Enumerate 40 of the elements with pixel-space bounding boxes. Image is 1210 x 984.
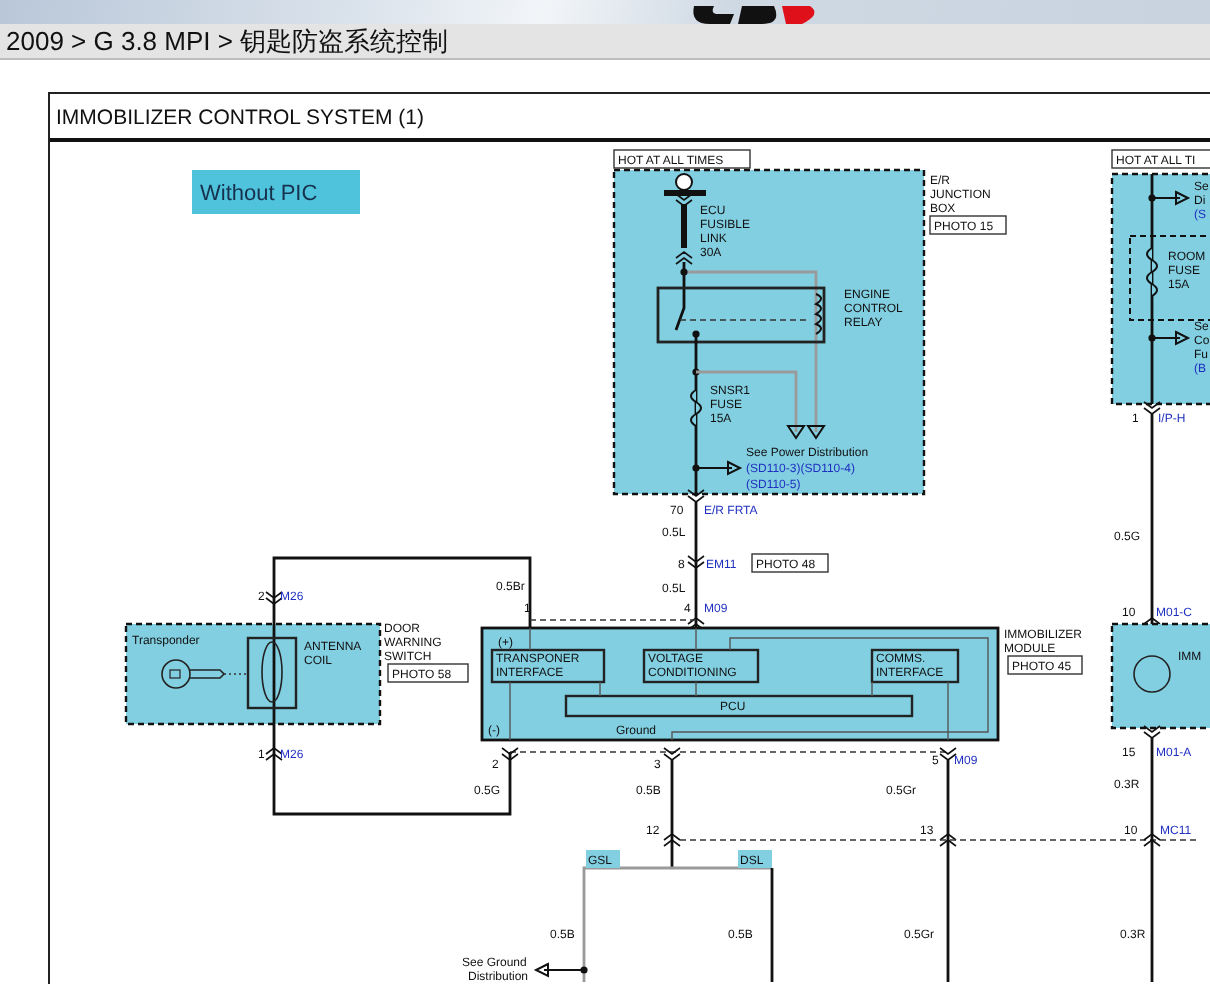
fuse-compartment [1129, 235, 1210, 321]
connector-icon [1143, 725, 1161, 739]
arrow [786, 425, 826, 440]
arrow [533, 963, 585, 977]
connector-icon [1143, 401, 1161, 415]
splice-dot [1148, 194, 1156, 202]
relay-link-line [679, 319, 809, 321]
key-icon [161, 659, 226, 689]
mode-badge: Without PIC [192, 170, 360, 214]
relay-coil-icon [815, 293, 822, 335]
splice-dot [580, 966, 588, 974]
connector-icon [265, 591, 283, 605]
immobilizer-indicator-box [1110, 622, 1210, 730]
fuse-icon [690, 389, 702, 427]
arrow [1151, 331, 1191, 345]
connector-icon [687, 489, 705, 503]
connector-icon [939, 747, 957, 761]
connector-icon [265, 747, 283, 761]
arrow [695, 461, 743, 475]
connector-icon [663, 747, 681, 761]
connector-icon [687, 555, 705, 569]
connector-icon [663, 833, 681, 847]
fuse-icon [1146, 247, 1158, 297]
signal-line [223, 673, 249, 675]
splice-dot [1148, 334, 1156, 342]
connector-icon [501, 747, 519, 761]
splice-dot [692, 368, 700, 376]
antenna-coil-icon [246, 636, 298, 710]
diagram-title: IMMOBILIZER CONTROL SYSTEM (1) [50, 94, 1210, 142]
connector-icon [939, 833, 957, 847]
splice-dot [680, 268, 688, 276]
connector-icon [675, 193, 693, 207]
connector-icon [675, 251, 693, 265]
splice-dot [692, 464, 700, 472]
splice-dot [692, 330, 700, 338]
connector-icon [1143, 833, 1161, 847]
arrow [1151, 191, 1191, 205]
breadcrumb: 2009 > G 3.8 MPI > 钥匙防盗系统控制 [0, 24, 1210, 60]
lamp-icon [1133, 655, 1171, 693]
wire [694, 502, 698, 628]
